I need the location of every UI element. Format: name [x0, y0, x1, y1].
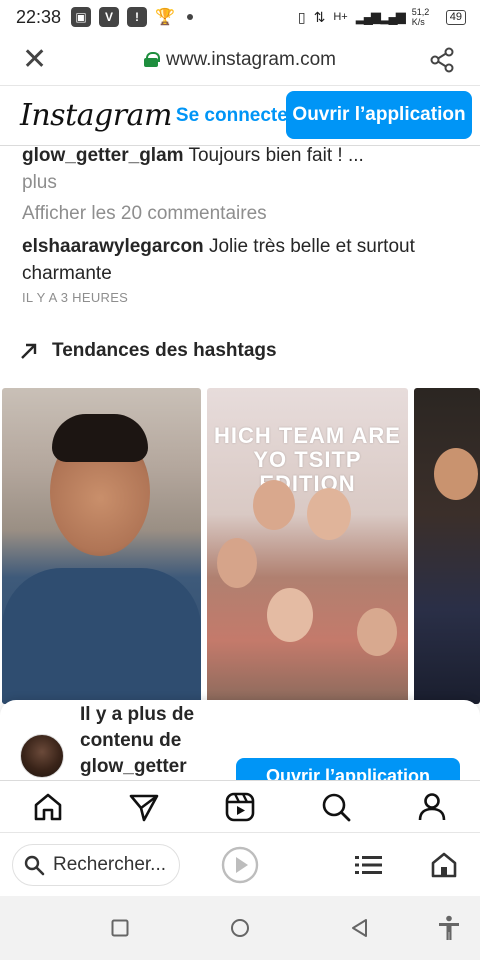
login-link[interactable]: Se connecter — [176, 105, 295, 127]
trending-arrow-icon — [21, 343, 37, 359]
direct-tab[interactable] — [124, 787, 164, 827]
play-button[interactable] — [220, 845, 260, 885]
instagram-header: Instagram Se connecter Ouvrir l’applicat… — [0, 86, 480, 146]
signal-icon: ▂▄▆ ▂▄▆ — [355, 9, 406, 24]
search-icon — [322, 793, 351, 821]
home-icon — [431, 852, 457, 878]
android-navigation-bar — [0, 896, 480, 960]
battery-icon: 49 — [445, 9, 466, 25]
sheet-open-app-button[interactable]: Ouvrir l’application — [236, 758, 460, 780]
recents-button[interactable] — [110, 918, 130, 938]
reels-tab[interactable] — [220, 787, 260, 827]
trophy-icon: 🏆 — [155, 9, 175, 26]
share-button[interactable] — [422, 47, 462, 73]
comment-username[interactable]: elshaarawylegarcon — [22, 236, 204, 257]
accessibility-button[interactable] — [437, 914, 461, 942]
circle-icon — [231, 919, 249, 937]
person-head — [217, 538, 257, 588]
more-link[interactable]: plus — [22, 169, 462, 196]
play-icon — [221, 846, 259, 884]
vibrate-icon: ▯ — [297, 8, 306, 25]
comment-username[interactable]: glow_getter_glam — [22, 145, 184, 166]
view-all-comments-link[interactable]: Afficher les 20 commentaires — [22, 200, 462, 227]
hashtag-thumbnail-1[interactable] — [2, 388, 201, 704]
message-icon: ! — [127, 7, 148, 27]
close-tab-button[interactable]: ✕ — [22, 44, 58, 75]
browser-bottom-bar: Rechercher... — [0, 832, 480, 896]
url-text: www.instagram.com — [166, 48, 336, 70]
url-field[interactable]: www.instagram.com — [58, 49, 422, 71]
accessibility-icon — [439, 915, 459, 940]
list-icon — [355, 856, 382, 874]
back-triangle-icon — [352, 919, 367, 937]
share-icon — [430, 47, 454, 72]
avatar — [20, 734, 64, 778]
browser-url-bar: ✕ www.instagram.com — [0, 34, 480, 86]
data-arrows-icon: ⇅ — [313, 8, 326, 25]
trending-hashtags-heading: Tendances des hashtags — [20, 340, 277, 362]
browser-search-input[interactable]: Rechercher... — [12, 843, 180, 886]
status-time: 22:38 — [16, 6, 62, 27]
open-app-button[interactable]: Ouvrir l’application — [286, 91, 472, 139]
open-app-sheet: Il y a plus de contenu de glow_getter Ou… — [0, 700, 480, 780]
network-type: H+ — [333, 11, 348, 23]
person-head — [357, 608, 397, 656]
v-app-icon: V — [99, 7, 120, 27]
square-icon — [111, 919, 129, 937]
gallery-app-icon: ▣ — [71, 7, 92, 27]
person-head — [434, 448, 478, 500]
home-tab[interactable] — [28, 787, 68, 827]
person-head — [307, 488, 351, 540]
person-head — [267, 588, 313, 642]
status-bar: 22:38 ▣ V ! 🏆 ▯ ⇅ H+ ▂▄▆ ▂▄▆ 51,2 K/s 49 — [0, 0, 480, 34]
browser-home-button[interactable] — [428, 849, 460, 881]
hashtag-thumbnail-2[interactable]: HICH TEAM ARE YO TSITP EDITION — [207, 388, 408, 704]
post-timestamp: IL Y A 3 HEURES — [22, 290, 129, 305]
back-button[interactable] — [349, 917, 371, 939]
person-hair — [52, 414, 148, 462]
person-shirt — [2, 568, 201, 704]
menu-list-button[interactable] — [352, 851, 386, 879]
trending-title: Tendances des hashtags — [52, 340, 277, 361]
profile-tab[interactable] — [412, 787, 452, 827]
comment-1: glow_getter_glam Toujours bien fait ! ..… — [22, 142, 462, 196]
search-icon — [24, 855, 45, 875]
sheet-message: Il y a plus de contenu de glow_getter — [80, 704, 195, 777]
hashtag-thumbnail-3[interactable] — [414, 388, 480, 704]
comment-2: elshaarawylegarcon Jolie très belle et s… — [22, 233, 462, 287]
network-speed: 51,2 K/s — [411, 7, 430, 27]
person-head — [253, 480, 295, 530]
instagram-logo[interactable]: Instagram — [20, 98, 172, 133]
search-placeholder: Rechercher... — [53, 853, 166, 875]
search-tab[interactable] — [316, 787, 356, 827]
send-icon — [129, 794, 159, 821]
notification-dot-icon — [186, 14, 193, 20]
instagram-bottom-nav — [0, 780, 480, 832]
reels-icon — [225, 792, 255, 821]
lock-icon — [144, 52, 160, 67]
profile-icon — [418, 792, 446, 820]
thumbnail-caption: HICH TEAM ARE YO TSITP EDITION — [214, 423, 401, 496]
android-home-button[interactable] — [229, 917, 251, 939]
home-icon — [34, 793, 62, 820]
comment-text: Toujours bien fait ! ... — [188, 145, 364, 166]
